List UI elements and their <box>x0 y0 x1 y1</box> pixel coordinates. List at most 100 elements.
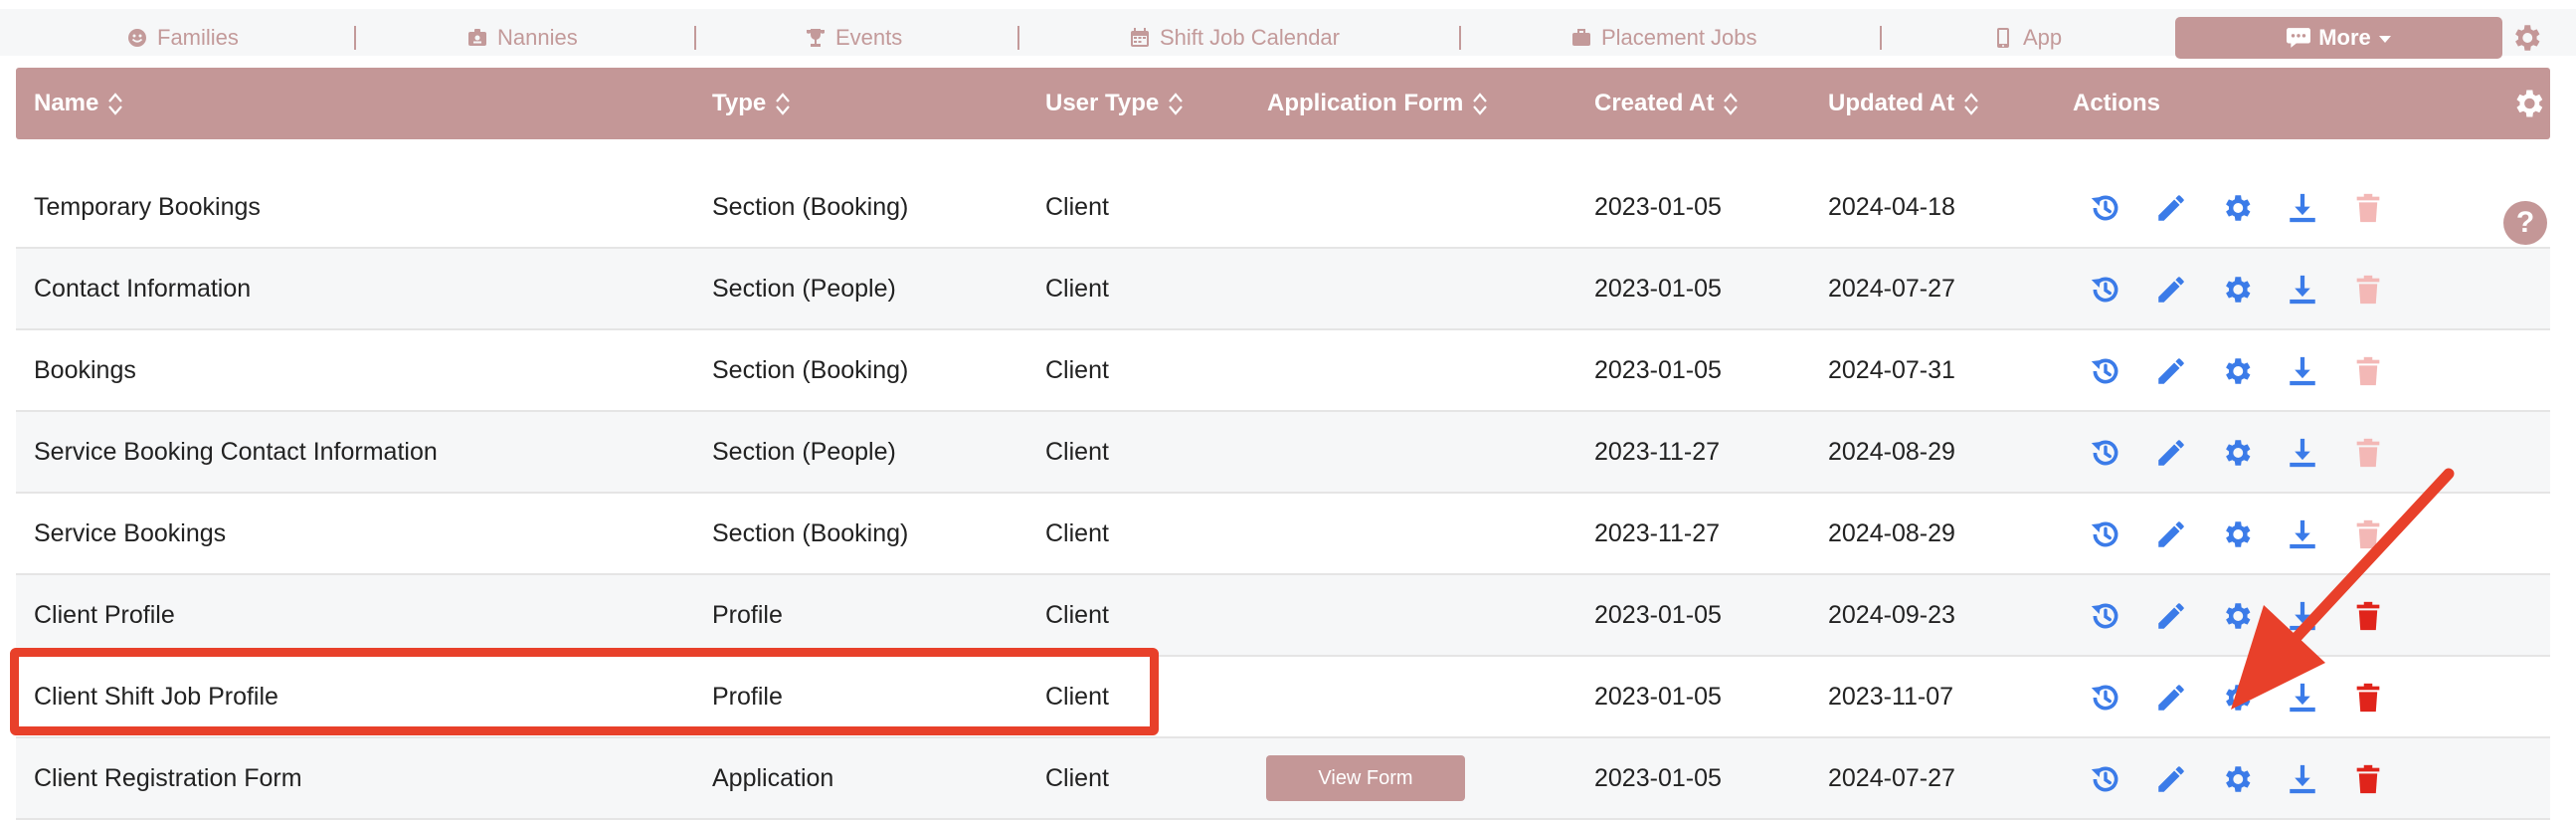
cell-type: Section (Booking) <box>712 518 909 547</box>
column-header-actions: Actions <box>2073 90 2161 116</box>
download-icon[interactable] <box>2286 681 2319 715</box>
cell-updated-at: 2024-07-27 <box>1828 274 1955 303</box>
edit-icon[interactable] <box>2154 436 2188 470</box>
column-header-type[interactable]: Type <box>712 68 791 139</box>
column-settings-gear-icon[interactable] <box>2510 86 2546 121</box>
trash-icon <box>2351 517 2385 551</box>
column-header-name[interactable]: Name <box>34 68 123 139</box>
download-icon[interactable] <box>2286 517 2319 551</box>
nav-label: Events <box>835 25 903 50</box>
download-icon[interactable] <box>2286 273 2319 307</box>
download-icon[interactable] <box>2286 599 2319 633</box>
nav-divider <box>354 26 356 50</box>
gear-icon[interactable] <box>2220 762 2254 796</box>
table-row: Contact Information Section (People) Clien… <box>16 249 2550 330</box>
nav-label: Shift Job Calendar <box>1160 25 1340 50</box>
cell-updated-at: 2023-11-07 <box>1828 682 1954 711</box>
sort-icon <box>1724 92 1739 115</box>
gear-icon[interactable] <box>2220 599 2254 633</box>
gear-icon[interactable] <box>2509 21 2543 55</box>
download-icon[interactable] <box>2286 191 2319 225</box>
nav-item-app[interactable]: App <box>1993 18 2062 58</box>
help-button[interactable]: ? <box>2503 201 2547 245</box>
nav-divider <box>1017 26 1019 50</box>
column-header-updated-at[interactable]: Updated At <box>1828 68 1978 139</box>
history-icon[interactable] <box>2089 762 2122 796</box>
trophy-icon <box>807 29 825 47</box>
gear-icon[interactable] <box>2220 191 2254 225</box>
trash-icon <box>2351 436 2385 470</box>
edit-icon[interactable] <box>2154 191 2188 225</box>
gear-icon[interactable] <box>2220 681 2254 715</box>
history-icon[interactable] <box>2089 436 2122 470</box>
more-menu-button[interactable]: More <box>2175 17 2502 59</box>
more-label: More <box>2318 25 2371 50</box>
cell-created-at: 2023-11-27 <box>1594 518 1721 547</box>
cell-updated-at: 2024-09-23 <box>1828 600 1955 629</box>
column-header-user-type[interactable]: User Type <box>1045 68 1184 139</box>
nav-item-shift-job-calendar[interactable]: Shift Job Calendar <box>1130 18 1340 58</box>
download-icon[interactable] <box>2286 436 2319 470</box>
gear-icon[interactable] <box>2220 273 2254 307</box>
nav-divider <box>1459 26 1461 50</box>
gear-icon[interactable] <box>2220 354 2254 388</box>
column-header-created-at[interactable]: Created At <box>1594 68 1739 139</box>
cell-name: Service Booking Contact Information <box>34 437 438 466</box>
table-row: Service Booking Contact Information Secti… <box>16 412 2550 494</box>
trash-icon[interactable] <box>2351 599 2385 633</box>
history-icon[interactable] <box>2089 191 2122 225</box>
sort-icon <box>776 92 791 115</box>
history-icon[interactable] <box>2089 599 2122 633</box>
history-icon[interactable] <box>2089 354 2122 388</box>
nav-label: App <box>2023 25 2063 50</box>
cell-user-type: Client <box>1045 518 1109 547</box>
download-icon[interactable] <box>2286 762 2319 796</box>
table-row: Service Bookings Section (Booking) Client 2… <box>16 494 2550 575</box>
nav-item-nannies[interactable]: Nannies <box>467 18 578 58</box>
cell-user-type: Client <box>1045 274 1109 303</box>
caret-down-icon <box>2378 36 2391 43</box>
nav-divider <box>1880 26 1882 50</box>
table-row: Bookings Section (Booking) Client 2023-01-0… <box>16 330 2550 412</box>
download-icon[interactable] <box>2286 354 2319 388</box>
nav-label: Placement Jobs <box>1601 25 1757 50</box>
cell-type: Section (People) <box>712 274 896 303</box>
cell-name: Temporary Bookings <box>34 192 261 221</box>
history-icon[interactable] <box>2089 273 2122 307</box>
cell-created-at: 2023-01-05 <box>1594 682 1722 711</box>
edit-icon[interactable] <box>2154 517 2188 551</box>
trash-icon <box>2351 354 2385 388</box>
cell-name: Client Profile <box>34 600 175 629</box>
cell-updated-at: 2024-08-29 <box>1828 437 1955 466</box>
cell-name: Service Bookings <box>34 518 227 547</box>
cell-created-at: 2023-11-27 <box>1594 437 1721 466</box>
cell-type: Profile <box>712 600 783 629</box>
gear-icon[interactable] <box>2220 436 2254 470</box>
edit-icon[interactable] <box>2154 354 2188 388</box>
gear-icon[interactable] <box>2220 517 2254 551</box>
cell-updated-at: 2024-07-27 <box>1828 763 1955 792</box>
view-form-button[interactable]: View Form <box>1266 755 1465 801</box>
nav-item-events[interactable]: Events <box>806 18 902 58</box>
history-icon[interactable] <box>2089 517 2122 551</box>
cell-name: Client Registration Form <box>34 763 302 792</box>
briefcase-icon <box>1572 29 1590 46</box>
nav-item-families[interactable]: Families <box>127 18 239 58</box>
trash-icon[interactable] <box>2351 762 2385 796</box>
cell-user-type: Client <box>1045 763 1109 792</box>
table-row: Temporary Bookings Section (Booking) Clien… <box>16 167 2550 249</box>
nav-item-placement-jobs[interactable]: Placement Jobs <box>1571 18 1757 58</box>
column-header-application-form[interactable]: Application Form <box>1267 68 1488 139</box>
cell-updated-at: 2024-04-18 <box>1828 192 1955 221</box>
edit-icon[interactable] <box>2154 599 2188 633</box>
trash-icon <box>2351 191 2385 225</box>
phone-icon <box>1997 28 2009 48</box>
cell-updated-at: 2024-08-29 <box>1828 518 1955 547</box>
edit-icon[interactable] <box>2154 762 2188 796</box>
edit-icon[interactable] <box>2154 273 2188 307</box>
edit-icon[interactable] <box>2154 681 2188 715</box>
nav-label: Families <box>157 25 239 50</box>
top-nav: Families Nannies Events Shift Job Calend… <box>0 0 2576 59</box>
history-icon[interactable] <box>2089 681 2122 715</box>
trash-icon[interactable] <box>2351 681 2385 715</box>
